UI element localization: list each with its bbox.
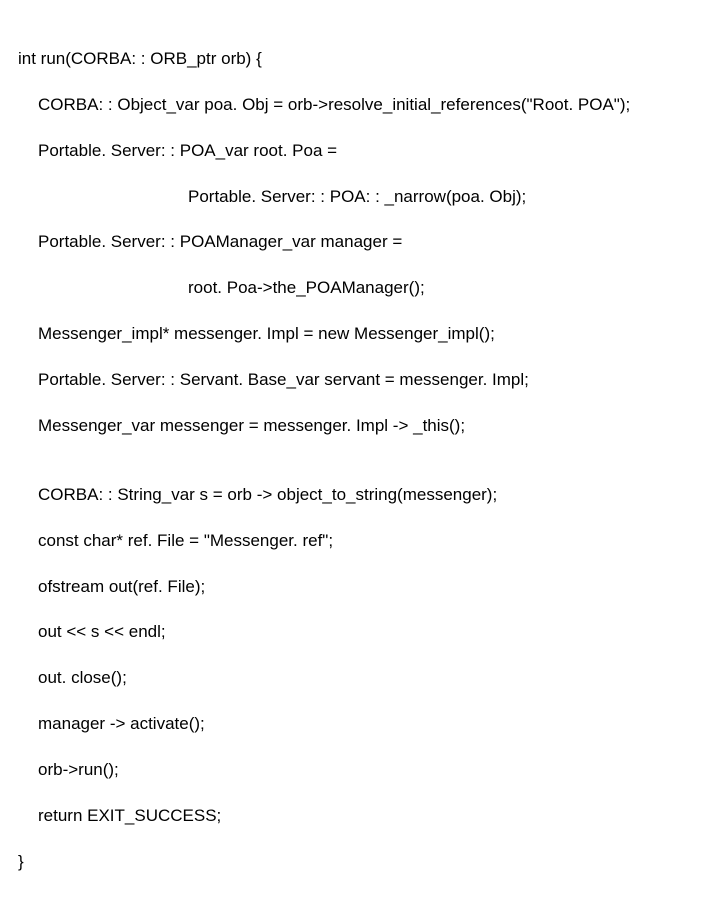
code-line: Messenger_impl* messenger. Impl = new Me… [18, 323, 702, 346]
code-line: CORBA: : String_var s = orb -> object_to… [18, 484, 702, 507]
code-line: Portable. Server: : Servant. Base_var se… [18, 369, 702, 392]
code-line: return EXIT_SUCCESS; [18, 805, 702, 828]
code-line: Messenger_var messenger = messenger. Imp… [18, 415, 702, 438]
code-line: out. close(); [18, 667, 702, 690]
code-line: orb->run(); [18, 759, 702, 782]
code-line: out << s << endl; [18, 621, 702, 644]
code-line: CORBA: : Object_var poa. Obj = orb->reso… [18, 94, 702, 117]
code-line: const char* ref. File = "Messenger. ref"… [18, 530, 702, 553]
code-line: ofstream out(ref. File); [18, 576, 702, 599]
code-line: } [18, 851, 702, 874]
code-line: Portable. Server: : POA: : _narrow(poa. … [18, 186, 702, 209]
code-snippet: int run(CORBA: : ORB_ptr orb) { CORBA: :… [18, 25, 702, 897]
code-line: root. Poa->the_POAManager(); [18, 277, 702, 300]
code-line: Portable. Server: : POA_var root. Poa = [18, 140, 702, 163]
code-line: manager -> activate(); [18, 713, 702, 736]
code-line: Portable. Server: : POAManager_var manag… [18, 231, 702, 254]
code-line: int run(CORBA: : ORB_ptr orb) { [18, 48, 702, 71]
